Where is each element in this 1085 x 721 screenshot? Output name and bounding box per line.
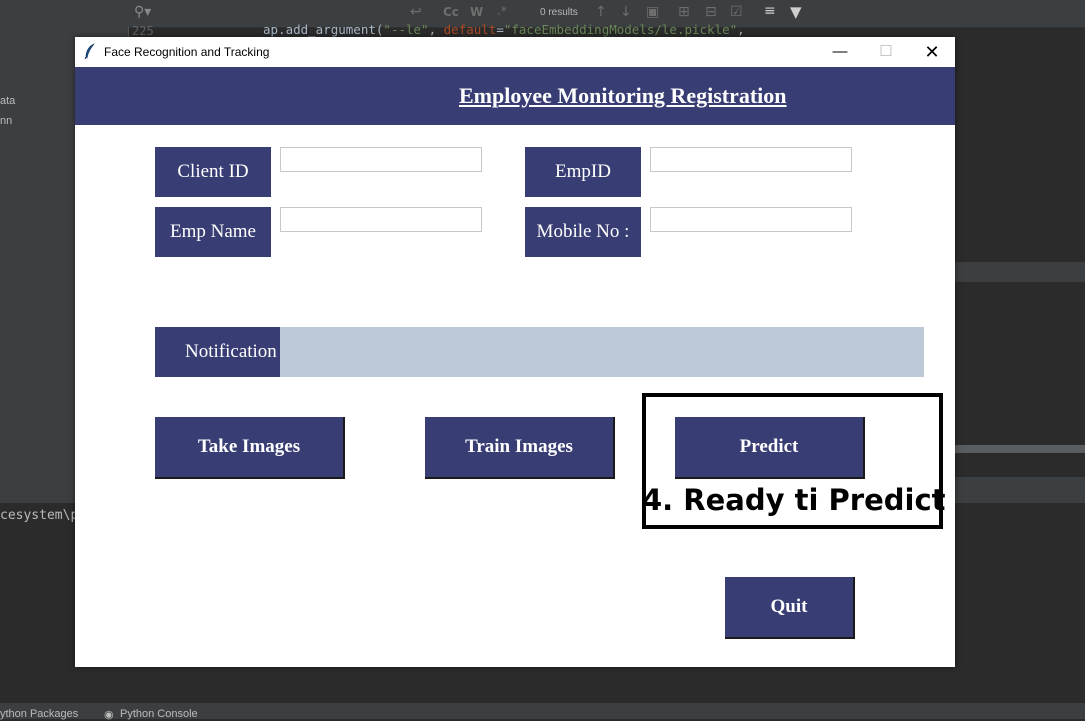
code-eq: = bbox=[496, 22, 504, 37]
code-call: ap.add_argument( bbox=[263, 22, 384, 37]
client-id-label: Client ID bbox=[155, 147, 271, 197]
feather-icon bbox=[84, 43, 95, 59]
emp-id-field[interactable] bbox=[650, 147, 852, 172]
emp-name-label: Emp Name bbox=[155, 207, 271, 257]
code-string: "--le" bbox=[383, 22, 429, 37]
header-band: Employee Monitoring Registration bbox=[75, 67, 955, 125]
match-case-toggle[interactable]: Cc bbox=[443, 5, 459, 19]
client-id-field[interactable] bbox=[280, 147, 482, 172]
regex-toggle[interactable]: .* bbox=[497, 4, 507, 18]
code-sep: , bbox=[737, 22, 745, 37]
console-output: cesystem\p bbox=[0, 508, 79, 523]
mobile-field[interactable] bbox=[650, 207, 852, 232]
emp-name-field[interactable] bbox=[280, 207, 482, 232]
project-tree-item[interactable]: ata bbox=[0, 95, 15, 107]
search-results-count: 0 results bbox=[540, 7, 578, 18]
emp-id-label: EmpID bbox=[525, 147, 641, 197]
window-title: Face Recognition and Tracking bbox=[104, 45, 270, 59]
add-cursor-icon[interactable]: ⊞ bbox=[678, 4, 690, 20]
ide-scrollbar[interactable] bbox=[955, 445, 1085, 453]
sort-lines-icon[interactable]: ≡ bbox=[764, 3, 776, 19]
ide-panel-strip bbox=[955, 262, 1085, 282]
quit-button[interactable]: Quit bbox=[725, 577, 855, 639]
annotation-text: 4. Ready ti Predict bbox=[642, 483, 946, 517]
code-keyword: default bbox=[443, 22, 497, 37]
arrow-up-icon[interactable]: ↑ bbox=[595, 4, 607, 20]
select-all-icon[interactable]: ▣ bbox=[646, 4, 659, 20]
python-console-icon[interactable]: ◉ bbox=[104, 708, 114, 721]
project-tree-item[interactable]: nn bbox=[0, 115, 12, 127]
ide-statusbar: ython Packages ◉ Python Console bbox=[0, 703, 1085, 721]
take-images-button[interactable]: Take Images bbox=[155, 417, 345, 479]
filter-icon[interactable]: ▼ bbox=[790, 3, 802, 21]
notification-label: Notification bbox=[155, 327, 280, 377]
close-button[interactable]: ✕ bbox=[909, 37, 955, 67]
python-console-tab[interactable]: Python Console bbox=[120, 708, 198, 720]
mobile-label: Mobile No : bbox=[525, 207, 641, 257]
app-window: Face Recognition and Tracking — ☐ ✕ Empl… bbox=[75, 37, 955, 667]
code-line[interactable]: ap.add_argument("--le", default="faceEmb… bbox=[263, 22, 745, 37]
window-titlebar[interactable]: Face Recognition and Tracking — ☐ ✕ bbox=[75, 37, 955, 67]
toggle-selection-icon[interactable]: ☑ bbox=[730, 4, 743, 20]
arrow-down-icon[interactable]: ↓ bbox=[620, 4, 632, 20]
notification-message bbox=[280, 327, 924, 377]
search-icon[interactable]: ⚲▾ bbox=[134, 4, 151, 20]
minimize-button[interactable]: — bbox=[817, 37, 863, 67]
line-number: 225 bbox=[132, 24, 154, 38]
maximize-button[interactable]: ☐ bbox=[863, 37, 909, 67]
train-images-button[interactable]: Train Images bbox=[425, 417, 615, 479]
page-title: Employee Monitoring Registration bbox=[459, 83, 787, 108]
code-string: "faceEmbeddingModels/le.pickle" bbox=[503, 22, 738, 37]
python-packages-tab[interactable]: ython Packages bbox=[0, 708, 78, 720]
code-sep: , bbox=[428, 22, 444, 37]
undo-icon[interactable]: ↩ bbox=[410, 4, 422, 20]
whole-word-toggle[interactable]: W bbox=[470, 5, 483, 19]
remove-cursor-icon[interactable]: ⊟ bbox=[705, 4, 717, 20]
